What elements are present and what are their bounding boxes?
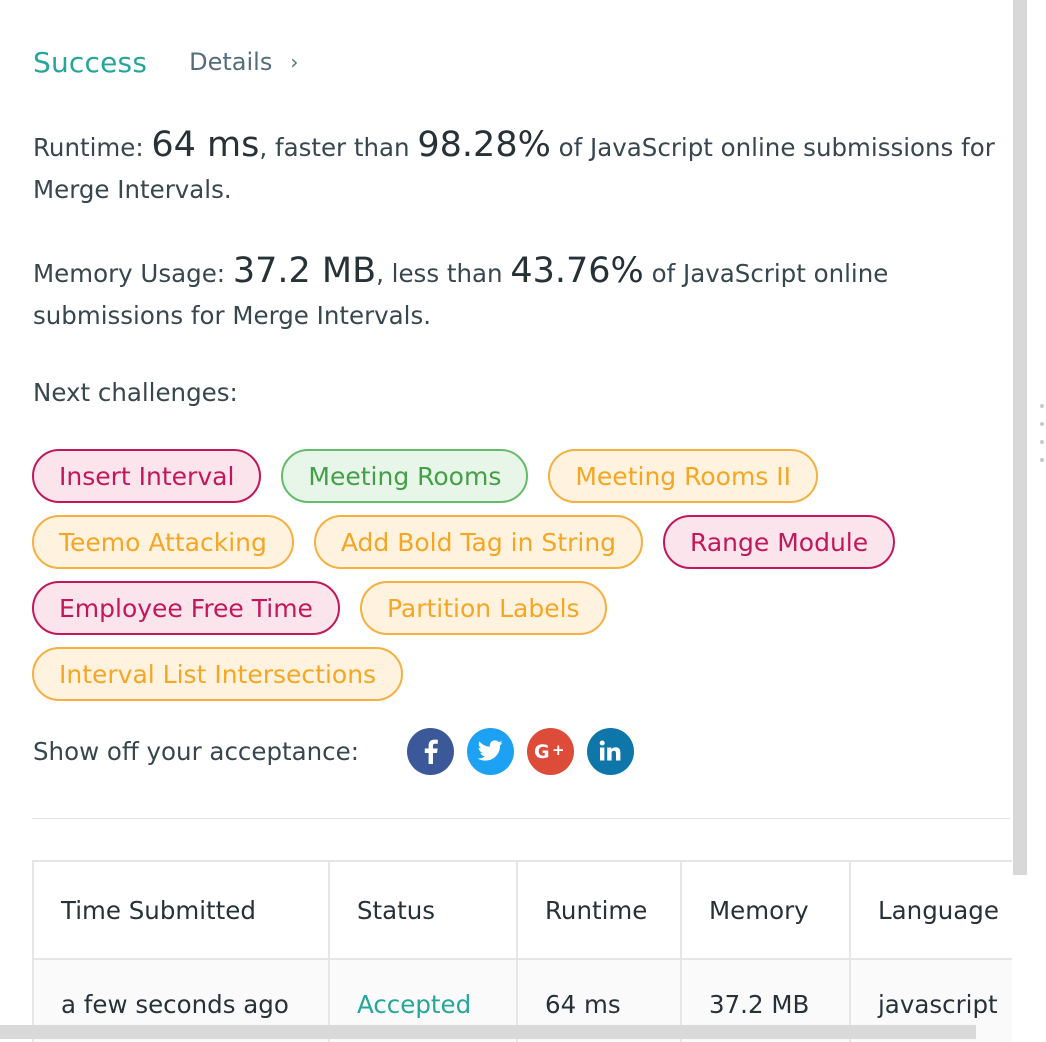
chevron-right-icon: ›	[290, 50, 299, 74]
challenge-tag[interactable]: Meeting Rooms	[281, 449, 529, 503]
svg-text:G: G	[534, 741, 550, 762]
challenge-tag[interactable]: Add Bold Tag in String	[313, 515, 644, 569]
twitter-share-button[interactable]	[466, 727, 514, 775]
horizontal-scrollbar[interactable]	[0, 1025, 976, 1039]
memory-summary: Memory Usage: 37.2 MB, less than 43.76% …	[33, 250, 1008, 337]
challenge-tag[interactable]: Employee Free Time	[32, 581, 340, 635]
memory-mid-text: , less than	[376, 259, 503, 288]
twitter-icon	[477, 740, 504, 761]
challenge-tag[interactable]: Range Module	[663, 515, 896, 569]
next-challenges-list: Insert Interval Meeting Rooms Meeting Ro…	[32, 449, 992, 701]
memory-label: Memory Usage:	[33, 259, 226, 288]
challenge-tag[interactable]: Teemo Attacking	[32, 515, 294, 569]
runtime-summary: Runtime: 64 ms, faster than 98.28% of Ja…	[33, 124, 1008, 211]
share-label: Show off your acceptance:	[33, 736, 359, 766]
submissions-table: Time Submitted Status Runtime Memory Lan…	[32, 860, 1012, 1042]
column-header-time-submitted[interactable]: Time Submitted	[32, 860, 330, 960]
google-plus-share-button[interactable]: G +	[526, 727, 574, 775]
column-header-language[interactable]: Language	[849, 860, 1012, 960]
linkedin-icon	[600, 740, 621, 761]
status-success: Success	[33, 45, 148, 79]
column-header-status[interactable]: Status	[328, 860, 518, 960]
runtime-label: Runtime:	[33, 133, 144, 162]
runtime-percent: 98.28%	[417, 125, 551, 165]
submission-result-panel: Success Details › Runtime: 64 ms, faster…	[0, 0, 1012, 1042]
linkedin-share-button[interactable]	[586, 727, 634, 775]
svg-text:+: +	[552, 741, 565, 759]
column-header-memory[interactable]: Memory	[680, 860, 851, 960]
handle-dot	[1040, 422, 1044, 426]
runtime-value: 64 ms	[151, 125, 260, 165]
next-challenges-label: Next challenges:	[33, 378, 238, 407]
section-divider	[32, 818, 1010, 819]
table-header-row: Time Submitted Status Runtime Memory Lan…	[32, 860, 1012, 960]
handle-dot	[1040, 458, 1044, 462]
result-header: Success Details ›	[33, 42, 298, 82]
challenge-tag[interactable]: Partition Labels	[359, 581, 607, 635]
handle-dot	[1040, 440, 1044, 444]
details-label: Details	[189, 48, 273, 76]
memory-percent: 43.76%	[510, 251, 644, 291]
challenge-tag[interactable]: Meeting Rooms II	[548, 449, 819, 503]
challenge-tag[interactable]: Insert Interval	[32, 449, 262, 503]
social-buttons: G +	[406, 727, 634, 775]
memory-value: 37.2 MB	[232, 251, 377, 291]
column-header-runtime[interactable]: Runtime	[516, 860, 682, 960]
resize-handle[interactable]	[1040, 404, 1044, 462]
details-link[interactable]: Details ›	[189, 48, 298, 76]
google-plus-icon: G +	[534, 741, 565, 762]
challenge-tag[interactable]: Interval List Intersections	[32, 647, 404, 701]
facebook-icon	[425, 739, 439, 764]
facebook-share-button[interactable]	[406, 727, 454, 775]
handle-dot	[1040, 404, 1044, 408]
share-section: Show off your acceptance: G +	[33, 727, 634, 775]
vertical-scrollbar[interactable]	[1013, 0, 1027, 875]
runtime-mid-text: , faster than	[259, 133, 410, 162]
